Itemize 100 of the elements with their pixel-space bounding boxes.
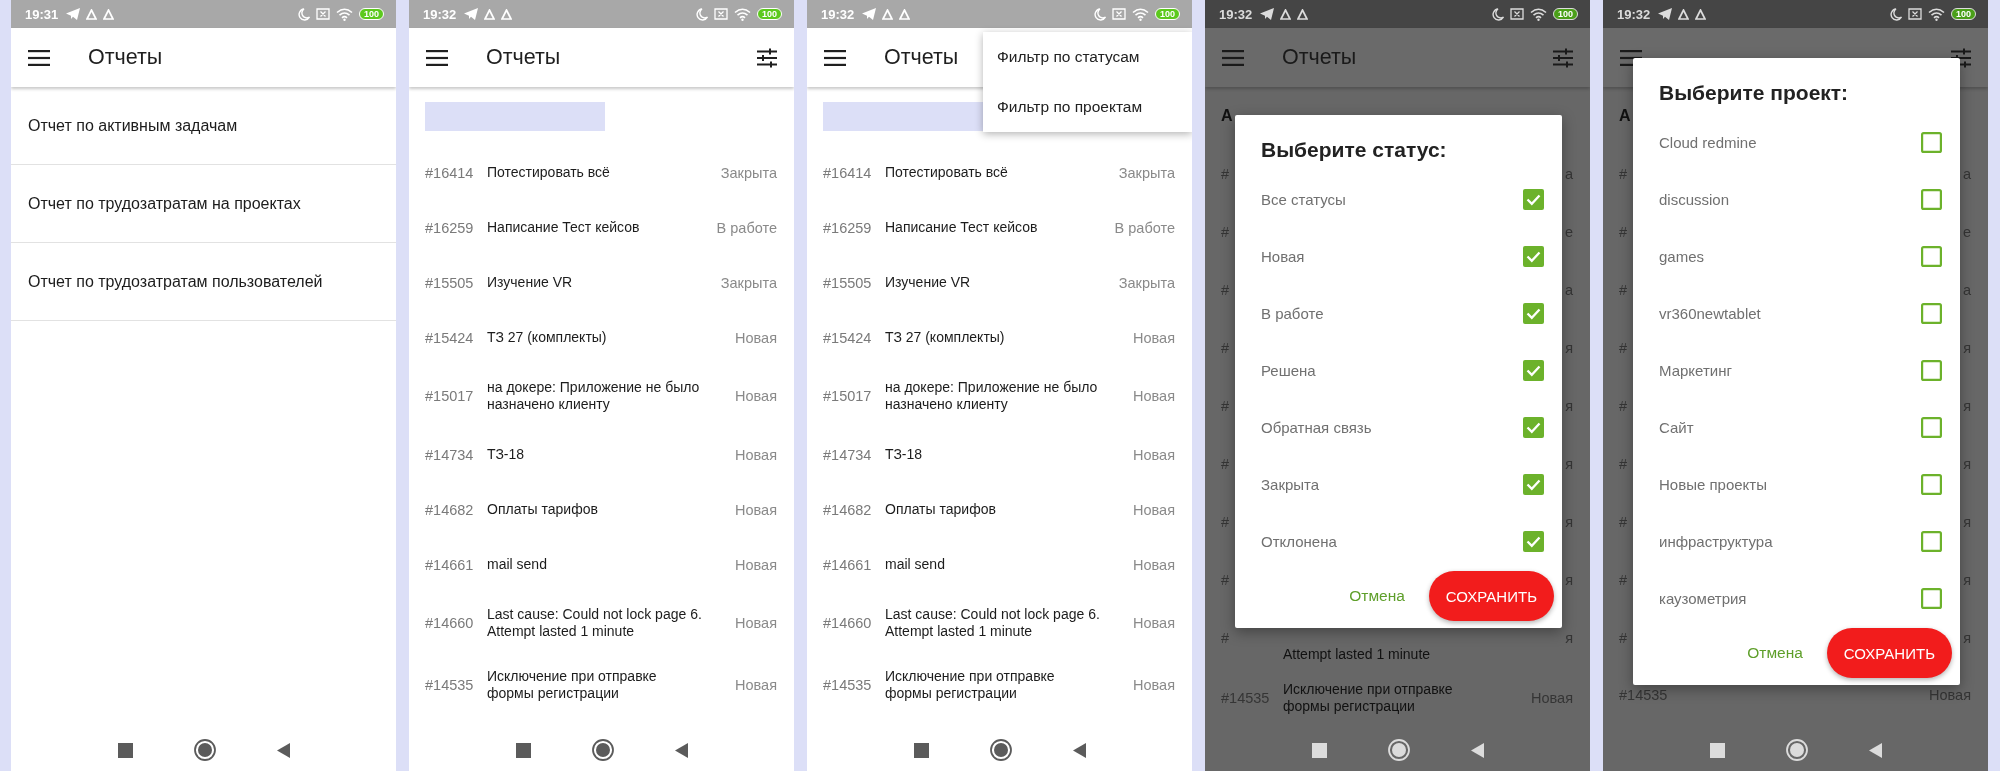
report-item[interactable]: Отчет по трудозатратам пользователей bbox=[11, 243, 396, 321]
task-number: # bbox=[1619, 282, 1629, 298]
task-title: Исключение при отправке формы регистрации bbox=[885, 668, 1056, 702]
crossed-box-icon bbox=[315, 8, 330, 20]
checkbox[interactable] bbox=[1921, 189, 1942, 210]
option-label: Новая bbox=[1261, 248, 1306, 265]
option-label: discussion bbox=[1659, 191, 1731, 208]
option-label: В работе bbox=[1261, 305, 1325, 322]
task-status: Новая bbox=[734, 501, 777, 518]
option-label: games bbox=[1659, 248, 1706, 265]
option-label: Cloud redmine bbox=[1659, 134, 1758, 151]
back-button[interactable] bbox=[674, 742, 688, 758]
checkbox[interactable] bbox=[1523, 531, 1544, 552]
recents-button[interactable] bbox=[117, 742, 133, 758]
dialog-title: Выберите статус: bbox=[1260, 137, 1448, 163]
checkbox[interactable] bbox=[1523, 189, 1544, 210]
checkbox[interactable] bbox=[1523, 303, 1544, 324]
checkbox[interactable] bbox=[1523, 417, 1544, 438]
task-title: ТЗ-18 bbox=[885, 446, 924, 463]
task-number: #14734 bbox=[425, 446, 475, 463]
task-status: Новая bbox=[734, 615, 777, 631]
report-item[interactable]: Отчет по трудозатратам на проектах bbox=[11, 165, 396, 243]
task-title: Написание Тест кейсов bbox=[487, 219, 641, 236]
task-title: Attempt lasted 1 minute bbox=[1283, 646, 1432, 664]
checkbox[interactable] bbox=[1921, 132, 1942, 153]
app-notification-icon bbox=[1297, 8, 1309, 20]
recents-button[interactable] bbox=[1311, 742, 1327, 758]
task-number: # bbox=[1221, 572, 1231, 588]
task-number: # bbox=[1221, 166, 1231, 182]
task-number: #15505 bbox=[823, 274, 873, 291]
checkbox[interactable] bbox=[1921, 360, 1942, 381]
task-title: Last cause: Could not lock page 6. Attempt lasted 1 minute bbox=[487, 606, 703, 640]
filter-icon[interactable] bbox=[1951, 47, 1971, 68]
menu-icon[interactable] bbox=[824, 49, 846, 66]
save-button[interactable]: СОХРАНИТЬ bbox=[1826, 628, 1952, 678]
back-button[interactable] bbox=[1072, 742, 1086, 758]
task-title: Потестировать всё bbox=[885, 164, 1009, 181]
option-label: vr360newtablet bbox=[1659, 305, 1762, 322]
task-title: Потестировать всё bbox=[487, 164, 611, 181]
option-label: инфраструктура bbox=[1659, 533, 1774, 550]
checkbox[interactable] bbox=[1921, 531, 1942, 552]
recents-button[interactable] bbox=[515, 742, 531, 758]
task-status: Закрыта bbox=[1117, 274, 1175, 291]
home-button[interactable] bbox=[989, 739, 1012, 761]
crossed-box-icon bbox=[1907, 8, 1922, 20]
paper-plane-icon bbox=[862, 8, 877, 20]
task-number: # bbox=[1221, 340, 1231, 356]
task-number: # bbox=[1619, 514, 1629, 530]
home-button[interactable] bbox=[591, 739, 614, 761]
task-number: #16259 bbox=[425, 219, 475, 236]
menu-item[interactable]: Фильтр по статусам bbox=[983, 32, 1192, 82]
option-label: каузометрия bbox=[1659, 590, 1748, 607]
report-item[interactable]: Отчет по активным задачам bbox=[11, 87, 396, 165]
recents-button[interactable] bbox=[913, 742, 929, 758]
battery-indicator: 100 bbox=[1154, 8, 1180, 20]
moon-icon bbox=[1093, 7, 1106, 21]
paper-plane-icon bbox=[464, 8, 479, 20]
task-number: #15017 bbox=[425, 388, 475, 404]
checkbox[interactable] bbox=[1921, 588, 1942, 609]
task-number: #16414 bbox=[823, 164, 873, 181]
dialog-title: Выберите проект: bbox=[1658, 80, 1850, 106]
task-status: В работе bbox=[1113, 219, 1175, 236]
task-title: Исключение при отправке формы регистрации bbox=[1283, 681, 1454, 715]
checkbox[interactable] bbox=[1921, 417, 1942, 438]
back-button[interactable] bbox=[1470, 742, 1484, 758]
task-number: # bbox=[1221, 456, 1231, 472]
wifi-icon bbox=[1131, 7, 1149, 21]
home-button[interactable] bbox=[193, 739, 216, 761]
checkbox[interactable] bbox=[1921, 246, 1942, 267]
screen-title: Отчеты bbox=[884, 45, 959, 70]
checkbox[interactable] bbox=[1523, 474, 1544, 495]
back-button[interactable] bbox=[1868, 742, 1882, 758]
task-number: # bbox=[1619, 398, 1629, 414]
menu-icon[interactable] bbox=[28, 49, 50, 66]
option-label: Отклонена bbox=[1261, 533, 1338, 550]
menu-icon[interactable] bbox=[426, 49, 448, 66]
checkbox[interactable] bbox=[1523, 246, 1544, 267]
task-title: Оплаты тарифов bbox=[487, 501, 599, 518]
save-button[interactable]: СОХРАНИТЬ bbox=[1428, 571, 1554, 621]
task-status: Новая bbox=[734, 677, 777, 693]
task-title: Написание Тест кейсов bbox=[885, 219, 1039, 236]
task-number: #14682 bbox=[823, 501, 873, 518]
back-button[interactable] bbox=[276, 742, 290, 758]
paper-plane-icon bbox=[66, 8, 81, 20]
task-status: Новая bbox=[1132, 388, 1175, 404]
task-title: mail send bbox=[487, 556, 548, 573]
filter-icon[interactable] bbox=[757, 47, 777, 68]
app-notification-icon bbox=[103, 8, 115, 20]
task-number: #14535 bbox=[823, 677, 873, 693]
task-title: ТЗ-18 bbox=[487, 446, 526, 463]
recents-button[interactable] bbox=[1709, 742, 1725, 758]
checkbox[interactable] bbox=[1921, 474, 1942, 495]
moon-icon bbox=[1889, 7, 1902, 21]
task-number: #14661 bbox=[823, 556, 873, 573]
option-label: Обратная связь bbox=[1261, 419, 1373, 436]
checkbox[interactable] bbox=[1921, 303, 1942, 324]
menu-item[interactable]: Фильтр по проектам bbox=[983, 82, 1192, 132]
task-number: #14661 bbox=[425, 556, 475, 573]
screen-title: Отчеты bbox=[486, 45, 561, 70]
checkbox[interactable] bbox=[1523, 360, 1544, 381]
